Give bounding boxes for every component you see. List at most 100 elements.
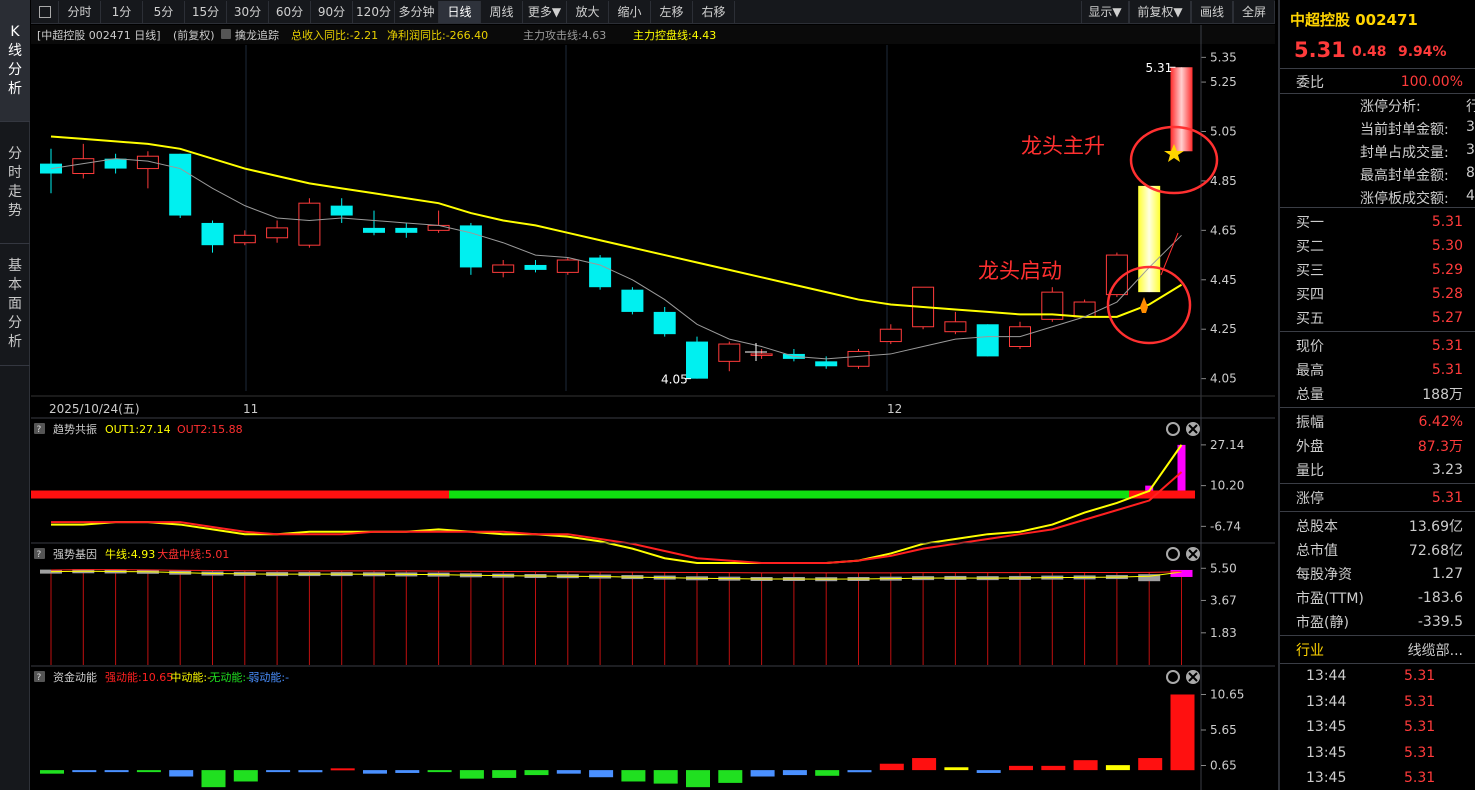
toolbar-right-button[interactable]: 全屏 <box>1233 0 1275 23</box>
quote-pct: 9.94% <box>1398 44 1447 60</box>
tick-row: 13:44 5.31 <box>1280 668 1475 693</box>
help-icon <box>221 29 231 39</box>
momentum-bar <box>169 770 194 777</box>
period-button[interactable]: 缩小 <box>609 0 651 23</box>
fund-row: 市盈(TTM) -183.6 <box>1280 586 1475 610</box>
side-tab-1[interactable]: 分时走势 <box>0 122 30 244</box>
toolbar-checkbox[interactable] <box>31 0 59 23</box>
trend-band-red <box>31 490 449 499</box>
panel-item: OUT2:15.88 <box>177 423 243 436</box>
quote-change: 0.48 <box>1352 44 1387 60</box>
y-tick-label: 4.45 <box>1210 273 1237 287</box>
y-tick-label: 5.65 <box>1210 723 1237 737</box>
tick-price: 5.31 <box>1404 770 1436 786</box>
tick-time: 13:44 <box>1306 693 1347 710</box>
side-tab-char: 基 <box>8 258 22 274</box>
side-tab-0[interactable]: K线分析 <box>0 0 30 122</box>
period-button[interactable]: 更多▼ <box>523 0 567 23</box>
bid-row: 买一 5.31 <box>1280 210 1475 234</box>
bid-row: 买二 5.30 <box>1280 234 1475 258</box>
momentum-bar <box>718 770 743 783</box>
tick-time: 13:45 <box>1306 744 1347 761</box>
stat-row-value: 5.31 <box>1431 338 1463 354</box>
side-tab-char: 分 <box>8 145 22 162</box>
period-button[interactable]: 15分 <box>185 0 227 23</box>
main-header-item: 主力控盘线:4.43 <box>633 28 716 42</box>
candle-body <box>427 224 450 231</box>
momentum-bar <box>879 763 904 771</box>
panel-item: 无动能:- <box>209 670 250 684</box>
panel-title: 强势基因 <box>53 548 97 561</box>
tick-price: 5.31 <box>1404 744 1436 761</box>
period-button[interactable]: 5分 <box>143 0 185 23</box>
limit-stat-row: 涨停分析: 行业成 <box>1280 96 1475 119</box>
checkbox-icon <box>38 5 51 18</box>
industry-row[interactable]: 行业 线缆部... <box>1280 638 1475 662</box>
period-button[interactable]: 1分 <box>101 0 143 23</box>
momentum-bar <box>1073 760 1098 771</box>
candle-body <box>944 321 967 333</box>
side-tab-char: 面 <box>8 296 22 312</box>
fund-row-value: 72.68亿 <box>1408 543 1463 559</box>
period-button[interactable]: 左移 <box>651 0 693 23</box>
candle-body <box>330 205 353 216</box>
tick-price: 5.31 <box>1404 693 1436 710</box>
period-button[interactable]: 120分 <box>353 0 395 23</box>
period-button[interactable]: 放大 <box>567 0 609 23</box>
gear-icon <box>1166 670 1180 684</box>
divider <box>1280 407 1475 408</box>
side-tab-char: K <box>10 23 20 40</box>
candle-body <box>976 324 999 357</box>
candle-body <box>233 234 256 244</box>
chart-area[interactable]: [中超控股 002471 日线] (前复权) 擒龙追踪 总收入同比:-2.21 净利润同… <box>31 25 1275 790</box>
bid-row-label: 买一 <box>1296 215 1324 231</box>
stat-row-label: 振幅 <box>1296 415 1324 431</box>
main-header-adjust: (前复权) <box>173 28 215 42</box>
help-icon-glyph: ? <box>37 673 42 683</box>
divider <box>1280 93 1475 94</box>
panel-item: 强动能:10.65 <box>105 670 173 684</box>
stat-row-label: 最高 <box>1296 363 1324 379</box>
quote-panel: 中超控股 002471 5.31 0.48 9.94% 委比 100.00% 涨… <box>1278 0 1475 790</box>
toolbar-right-button[interactable]: 前复权▼ <box>1129 0 1191 23</box>
panel-title: 趋势共振 <box>53 422 97 436</box>
high-price-label: 5.31 <box>1146 61 1173 75</box>
industry-value: 线缆部... <box>1407 643 1463 659</box>
period-button[interactable]: 周线 <box>481 0 523 23</box>
toolbar-right-button[interactable]: 画线 <box>1191 0 1233 23</box>
candle-body <box>298 202 321 246</box>
limit-stat-row: 最高封单金额: 8 <box>1280 165 1475 188</box>
candle-body <box>750 353 773 356</box>
panel-item: OUT1:27.14 <box>105 423 171 436</box>
period-button[interactable]: 60分 <box>269 0 311 23</box>
period-button[interactable]: 分时 <box>59 0 101 23</box>
side-tab-2[interactable]: 基本面分析 <box>0 244 30 366</box>
panel-item: 大盘中线:5.01 <box>157 547 229 561</box>
divider <box>1280 68 1475 69</box>
trend-band-green <box>449 490 1129 499</box>
y-tick-label: 27.14 <box>1210 438 1244 452</box>
period-button[interactable]: 多分钟 <box>395 0 439 23</box>
momentum-bar <box>912 758 937 771</box>
momentum-bar <box>201 770 226 788</box>
toolbar-right-button[interactable]: 显示▼ <box>1081 0 1129 23</box>
period-button[interactable]: 30分 <box>227 0 269 23</box>
momentum-bar <box>363 770 387 774</box>
candle-body <box>589 257 612 288</box>
candle-body <box>1170 67 1193 152</box>
tick-row: 13:45 5.31 <box>1280 770 1475 790</box>
y-tick-label: 5.25 <box>1210 75 1237 89</box>
limit-stat-value: 4 <box>1466 188 1475 204</box>
limit-stat-label: 当前封单金额: <box>1360 122 1449 138</box>
webi-value: 100.00% <box>1400 74 1463 90</box>
stat-row-label: 外盘 <box>1296 439 1324 455</box>
period-button[interactable]: 90分 <box>311 0 353 23</box>
fund-row-value: -183.6 <box>1417 590 1463 606</box>
candle-body <box>1073 301 1096 318</box>
bid-row-label: 买五 <box>1296 311 1324 327</box>
momentum-bar <box>1138 758 1163 771</box>
stat-row: 涨停 5.31 <box>1280 486 1475 510</box>
period-button[interactable]: 右移 <box>693 0 735 23</box>
period-button[interactable]: 日线 <box>439 0 481 23</box>
momentum-bar <box>847 770 872 773</box>
